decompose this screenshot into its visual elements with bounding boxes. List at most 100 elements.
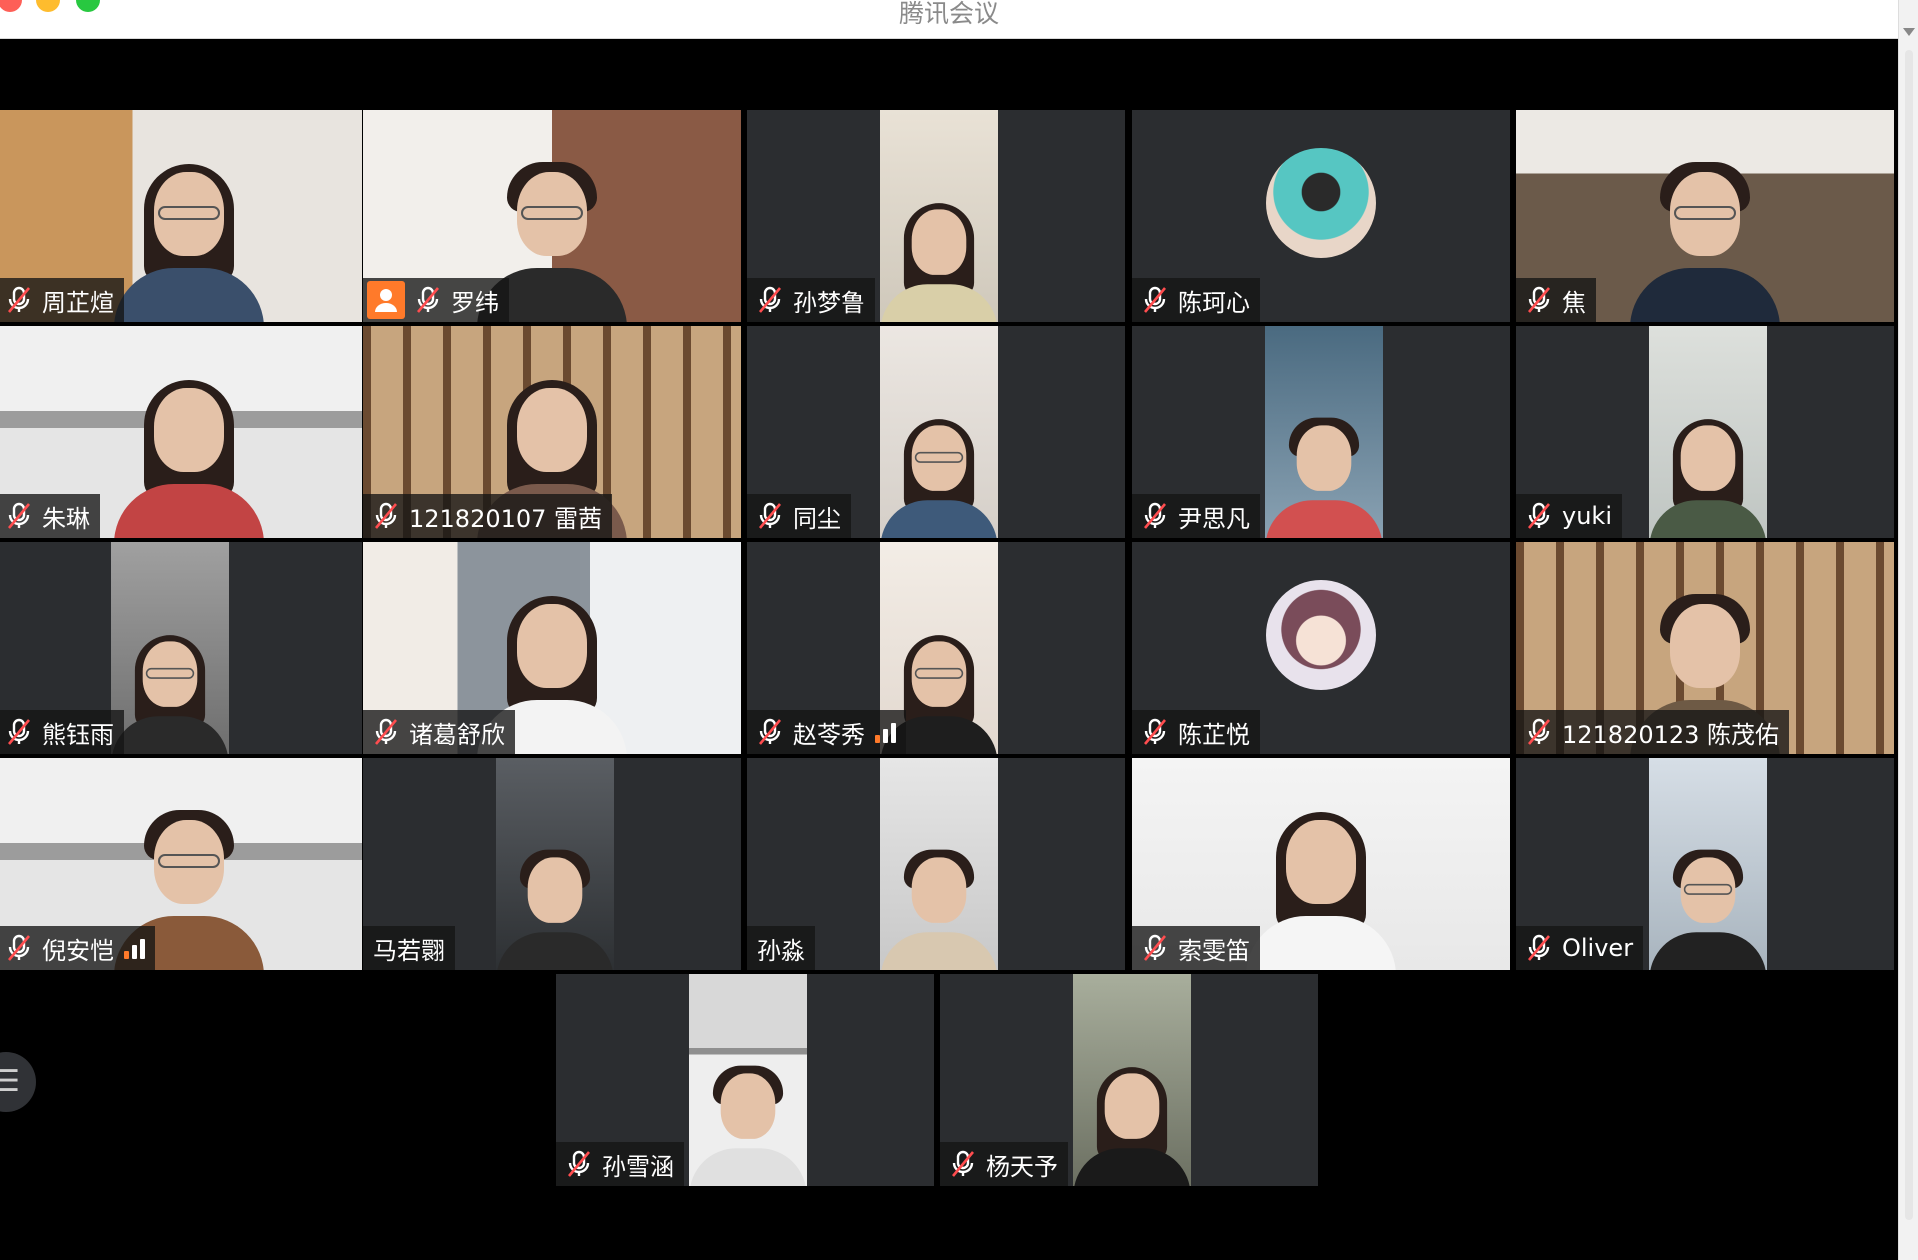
face: [911, 209, 967, 275]
scrollbar[interactable]: [1898, 0, 1918, 1260]
mic-muted-icon: [950, 1150, 976, 1178]
participant-name: 陈珂心: [1178, 288, 1250, 317]
participant-silhouette: [1649, 849, 1767, 970]
mic-muted-icon: [757, 502, 783, 530]
mic-muted-icon: [1142, 502, 1168, 530]
participant-nameplate: 诸葛舒欣: [363, 710, 515, 754]
participant-tile[interactable]: 121820123 陈茂佑: [1516, 542, 1894, 754]
mic-muted-icon: [1526, 502, 1552, 530]
participant-tile[interactable]: Oliver: [1516, 758, 1894, 970]
mic-muted-icon: [6, 286, 32, 314]
participant-video: [880, 110, 998, 322]
torso: [880, 284, 998, 322]
participant-list-button[interactable]: ☰: [0, 1052, 36, 1112]
participant-tile[interactable]: 孙梦鲁: [747, 110, 1125, 322]
torso: [1246, 916, 1396, 970]
participant-tile[interactable]: 索雯笛: [1132, 758, 1510, 970]
participant-video: [496, 758, 614, 970]
participant-tile[interactable]: 杨天予: [940, 974, 1318, 1186]
participant-silhouette: [111, 635, 229, 754]
participant-nameplate: 孙雪涵: [556, 1142, 684, 1186]
participant-name: Oliver: [1562, 934, 1634, 962]
signal-strength-icon: [875, 721, 896, 743]
participant-nameplate: 陈芷悦: [1132, 710, 1260, 754]
mic-muted-icon: [1526, 286, 1552, 314]
participant-tile[interactable]: 121820107 雷茜: [363, 326, 741, 538]
participant-nameplate: 熊钰雨: [0, 710, 124, 754]
participant-nameplate: 孙梦鲁: [747, 278, 875, 322]
mic-muted-icon: [757, 718, 783, 746]
window-title: 腾讯会议: [898, 0, 999, 28]
participant-silhouette: [880, 849, 998, 970]
participant-tile[interactable]: 马若翾: [363, 758, 741, 970]
participant-name: 同尘: [793, 504, 841, 533]
participant-nameplate: 同尘: [747, 494, 851, 538]
participant-name: 121820107 雷茜: [409, 504, 603, 533]
face: [1680, 425, 1736, 491]
participant-name: 罗纬: [451, 288, 499, 317]
participant-name: yuki: [1562, 502, 1612, 530]
scrollbar-track: [1905, 50, 1913, 1220]
torso: [1265, 500, 1383, 538]
participant-name: 熊钰雨: [42, 720, 114, 749]
mic-muted-icon: [6, 502, 32, 530]
participant-tile[interactable]: 倪安恺: [0, 758, 362, 970]
participant-tile[interactable]: 朱琳: [0, 326, 362, 538]
participant-silhouette: [689, 1065, 807, 1186]
face: [517, 604, 587, 688]
torso: [880, 932, 998, 970]
participant-name: 121820123 陈茂佑: [1562, 720, 1780, 749]
participant-tile[interactable]: 诸葛舒欣: [363, 542, 741, 754]
list-icon: ☰: [0, 1064, 20, 1099]
face: [517, 388, 587, 472]
participant-tile[interactable]: 赵苓秀: [747, 542, 1125, 754]
participant-nameplate: 朱琳: [0, 494, 100, 538]
participant-nameplate: yuki: [1516, 494, 1622, 538]
participant-nameplate: 罗纬: [363, 278, 509, 322]
participant-name: 孙雪涵: [602, 1152, 674, 1181]
participant-avatar: [1266, 580, 1376, 690]
mic-muted-icon: [6, 718, 32, 746]
participant-tile[interactable]: 尹思凡: [1132, 326, 1510, 538]
face: [911, 857, 967, 923]
glasses: [521, 206, 583, 220]
mic-muted-icon: [566, 1150, 592, 1178]
participant-video: [689, 974, 807, 1186]
scroll-down-arrow-icon[interactable]: [1903, 28, 1915, 36]
participant-nameplate: 周芷煊: [0, 278, 124, 322]
participant-nameplate: 马若翾: [363, 926, 455, 970]
participant-video: [111, 542, 229, 754]
torso: [114, 484, 264, 538]
participant-video: [1265, 326, 1383, 538]
participant-tile[interactable]: 陈芷悦: [1132, 542, 1510, 754]
participant-name: 焦: [1562, 288, 1586, 317]
participant-tile[interactable]: 孙淼: [747, 758, 1125, 970]
torso: [1649, 500, 1767, 538]
participant-nameplate: 赵苓秀: [747, 710, 906, 754]
participant-tile[interactable]: 熊钰雨: [0, 542, 362, 754]
participant-nameplate: 孙淼: [747, 926, 815, 970]
glasses: [158, 206, 220, 220]
participant-video: [1649, 326, 1767, 538]
participant-tile[interactable]: yuki: [1516, 326, 1894, 538]
glasses: [914, 451, 964, 463]
face: [720, 1073, 776, 1139]
participant-tile[interactable]: 周芷煊: [0, 110, 362, 322]
participant-tile[interactable]: 罗纬: [363, 110, 741, 322]
torso: [111, 716, 229, 754]
participant-nameplate: 索雯笛: [1132, 926, 1260, 970]
participant-tile[interactable]: 同尘: [747, 326, 1125, 538]
participant-name: 孙梦鲁: [793, 288, 865, 317]
participant-tile[interactable]: 陈珂心: [1132, 110, 1510, 322]
participant-nameplate: 焦: [1516, 278, 1596, 322]
torso: [880, 500, 998, 538]
participant-silhouette: [880, 419, 998, 538]
face: [154, 388, 224, 472]
participant-name: 赵苓秀: [793, 720, 865, 749]
participant-tile[interactable]: 孙雪涵: [556, 974, 934, 1186]
mic-muted-icon: [1142, 718, 1168, 746]
participant-name: 孙淼: [757, 936, 805, 965]
participant-tile[interactable]: 焦: [1516, 110, 1894, 322]
participant-silhouette: [1265, 417, 1383, 538]
participant-nameplate: 陈珂心: [1132, 278, 1260, 322]
